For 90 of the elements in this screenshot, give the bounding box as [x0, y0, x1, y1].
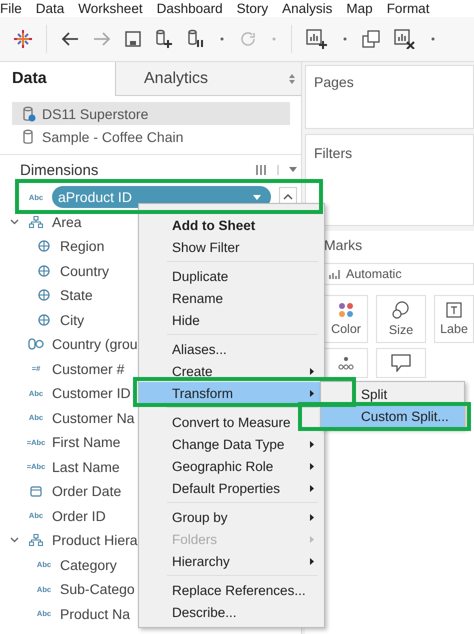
panel-tab[interactable]: Analytics	[115, 62, 301, 96]
save-icon[interactable]	[125, 31, 141, 47]
add-chart-icon[interactable]	[306, 29, 328, 49]
chevron-down-icon[interactable]	[10, 537, 18, 544]
submenu-arrow-icon	[310, 368, 314, 374]
globe-icon	[38, 289, 50, 302]
field-name[interactable]: Customer ID	[52, 385, 131, 402]
chevron-down-icon[interactable]	[10, 218, 18, 225]
extract-database-icon	[22, 106, 36, 122]
field-name[interactable]: Order Date	[52, 483, 122, 500]
field-name[interactable]: City	[60, 312, 84, 328]
submenu-arrow-icon	[310, 462, 314, 470]
menu-item[interactable]: Hierarchy	[139, 550, 324, 572]
menu-item[interactable]: Duplicate	[139, 265, 324, 287]
globe-icon	[38, 314, 50, 326]
shelf-title: Filters	[314, 145, 352, 161]
field-name[interactable]: First Name	[52, 434, 120, 450]
mark-type-dropdown[interactable]: Automatic	[324, 263, 474, 285]
menu-item[interactable]: Add to Sheet	[139, 214, 324, 236]
field-name[interactable]: Order ID	[52, 508, 106, 524]
menu-item[interactable]: Default Properties	[139, 477, 324, 499]
menu-item[interactable]: Format	[386, 0, 430, 17]
menu-item[interactable]: File	[0, 0, 22, 17]
shapes-icon	[392, 301, 410, 319]
back-arrow-icon[interactable]	[61, 31, 79, 47]
field-name[interactable]: Product Na	[60, 606, 130, 622]
submenu-arrow-icon	[310, 440, 314, 448]
menu-item[interactable]: Rename	[139, 287, 324, 309]
marks-card[interactable]: Labe	[434, 295, 474, 343]
marks-card[interactable]	[376, 348, 426, 378]
field-name[interactable]: Product Hiera	[52, 532, 138, 548]
field-name[interactable]: Sub-Catego	[60, 581, 135, 598]
menu-item[interactable]: Split	[321, 383, 464, 405]
data-source-item[interactable]: Sample - Coffee Chain	[12, 125, 290, 148]
menu-item[interactable]: Map	[346, 0, 373, 17]
field-name[interactable]: Region	[60, 238, 104, 254]
menu-item[interactable]: Aliases...	[139, 338, 324, 360]
marks-card[interactable]	[324, 348, 368, 378]
field-name[interactable]: Country (grou	[52, 336, 138, 352]
submenu-arrow-icon	[310, 390, 314, 396]
globe-icon	[38, 264, 50, 277]
dots-icon	[338, 356, 354, 370]
logo-icon[interactable]	[14, 30, 32, 48]
menu-item[interactable]: Convert to Measure	[139, 411, 324, 433]
menu-item[interactable]: Hide	[139, 309, 324, 331]
submenu-arrow-icon	[310, 484, 314, 492]
shelf-title: Marks	[324, 237, 364, 253]
field-name[interactable]: Last Name	[52, 458, 120, 475]
text-box-icon	[446, 302, 462, 318]
globe-icon	[38, 240, 50, 252]
submenu-arrow-icon	[310, 536, 314, 542]
menu-item[interactable]: Create	[139, 360, 324, 382]
menu-item[interactable]: Story	[236, 0, 268, 17]
pause-database-icon[interactable]	[187, 29, 205, 49]
menu-item[interactable]: Data	[36, 0, 64, 17]
menu-item[interactable]: Describe...	[139, 601, 324, 623]
hierarchy-icon	[29, 534, 43, 546]
section-title: Dimensions	[20, 162, 98, 178]
clear-chart-icon[interactable]	[394, 29, 416, 49]
marks-card[interactable]: Size	[376, 295, 426, 343]
add-database-icon[interactable]	[155, 29, 173, 49]
data-source-item[interactable]: DS11 Superstore	[12, 102, 290, 125]
menu-item[interactable]: Geographic Role	[139, 455, 324, 477]
submenu-arrow-icon	[310, 514, 314, 520]
chevron-up-icon	[283, 194, 293, 200]
speech-bubble-icon	[391, 354, 411, 372]
menu-item[interactable]: Analysis	[282, 0, 332, 17]
marks-card[interactable]: Color	[324, 295, 368, 343]
field-name[interactable]: Category	[60, 556, 117, 573]
field-name[interactable]: Customer #	[52, 360, 124, 377]
field-name[interactable]: Customer Na	[52, 410, 134, 426]
menu-item[interactable]: Show Filter	[139, 236, 324, 258]
calendar-icon	[30, 485, 42, 498]
menu-item[interactable]: Group by	[139, 506, 324, 528]
color-dots-icon	[338, 302, 354, 318]
shelf-title: Pages	[314, 74, 354, 90]
bar-chart-icon	[329, 269, 341, 279]
duplicate-icon[interactable]	[362, 30, 380, 48]
submenu-arrow-icon	[310, 558, 314, 564]
menu-item[interactable]: Worksheet	[78, 0, 143, 17]
sort-icon	[289, 74, 295, 84]
menu-item[interactable]: Replace References...	[139, 579, 324, 601]
field-name[interactable]: State	[60, 287, 93, 304]
field-name[interactable]: Country	[60, 262, 110, 279]
view-toggle-icon[interactable]	[255, 164, 267, 176]
menu-item[interactable]: Change Data Type	[139, 433, 324, 455]
field-name[interactable]: Area	[52, 214, 82, 230]
menu-item[interactable]: Custom Split...	[321, 405, 464, 427]
menu-item[interactable]: Dashboard	[156, 0, 223, 17]
hierarchy-icon	[29, 216, 43, 228]
